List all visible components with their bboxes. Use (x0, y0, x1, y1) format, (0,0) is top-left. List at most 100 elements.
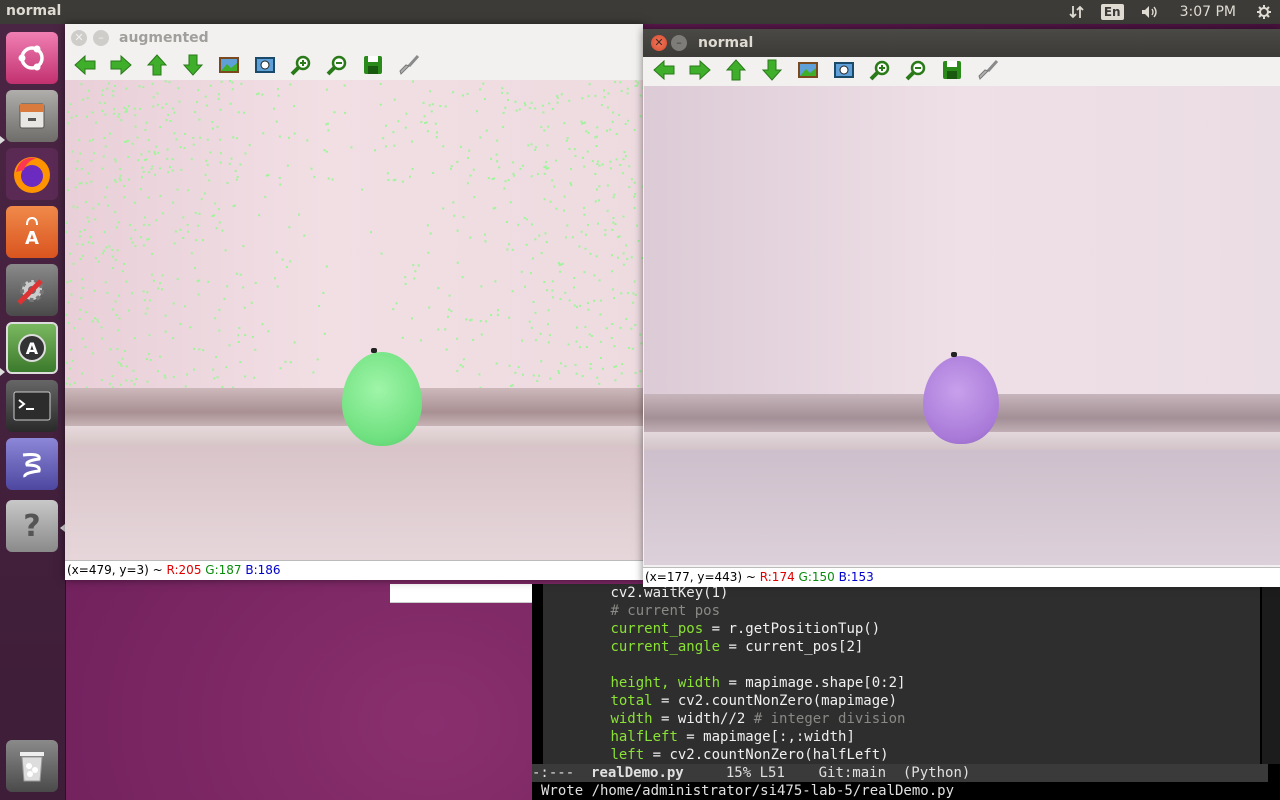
launcher-terminal[interactable] (6, 380, 58, 432)
pan-left-icon (652, 59, 676, 85)
code-line: halfLeft = mapimage[:,:width] (610, 729, 855, 745)
zoom-out-icon (905, 59, 927, 85)
keyboard-layout-label: En (1100, 4, 1124, 20)
pan-up-button[interactable] (144, 53, 170, 81)
augmented-titlebar[interactable]: ✕ – augmented (65, 24, 643, 52)
launcher-system-settings[interactable] (6, 264, 58, 316)
pan-right-button[interactable] (108, 54, 134, 79)
keyboard-layout-icon[interactable]: En (1093, 0, 1132, 24)
launcher-software-updater[interactable]: A (6, 322, 58, 374)
pan-right-icon (688, 59, 712, 85)
launcher-firefox[interactable] (6, 148, 58, 200)
emacs-modeline: -:--- realDemo.py 15% L51 Git:main (Pyth… (532, 764, 1268, 782)
zoom-fit-button[interactable] (216, 55, 242, 79)
emacs-minibuffer[interactable]: Wrote /home/administrator/si475-lab-5/re… (532, 782, 1280, 800)
pixel-red: R:205 (166, 563, 202, 577)
close-button[interactable]: ✕ (71, 30, 87, 46)
augmented-image[interactable] (65, 80, 643, 560)
launcher-trash[interactable] (6, 740, 58, 792)
properties-brush-button[interactable] (975, 59, 1001, 85)
gear-wrench-icon (6, 264, 58, 316)
save-icon (362, 54, 384, 80)
pixel-red: R:174 (759, 570, 795, 584)
firefox-icon (6, 148, 58, 200)
pixel-blue: B:153 (838, 570, 874, 584)
code-line: width = width//2 # integer division (610, 711, 906, 727)
close-button[interactable]: ✕ (651, 35, 667, 51)
network-arrows-icon[interactable] (1061, 0, 1093, 24)
properties-brush-icon (398, 54, 420, 80)
launcher-ubuntu-dash[interactable] (6, 32, 58, 84)
zoom-region-icon (254, 55, 276, 79)
svg-text:A: A (26, 339, 39, 358)
normal-titlebar[interactable]: ✕ – normal (643, 29, 1280, 57)
clock[interactable]: 3:07 PM (1168, 0, 1248, 24)
normal-window: ✕ – normal (x=177, y=443) ~ R:174 G:150 … (643, 29, 1280, 587)
pan-left-button[interactable] (651, 59, 677, 85)
code-line: left = cv2.countNonZero(halfLeft) (610, 747, 889, 763)
launcher-software-center[interactable]: A (6, 206, 58, 258)
modeline-filename: realDemo.py (591, 765, 684, 781)
background-window-strip (390, 584, 532, 603)
updater-icon: A (8, 324, 56, 372)
pixel-blue: B:186 (245, 563, 281, 577)
pan-up-icon (146, 53, 168, 81)
minimize-button[interactable]: – (671, 35, 687, 51)
balloon-highlighted (342, 352, 422, 446)
window-title: augmented (119, 30, 209, 46)
zoom-region-button[interactable] (831, 60, 857, 84)
window-title: normal (698, 35, 754, 51)
normal-statusbar: (x=177, y=443) ~ R:174 G:150 B:153 (643, 567, 1280, 587)
top-panel: normal En 3:07 PM (0, 0, 1280, 24)
minimize-button[interactable]: – (93, 30, 109, 46)
pan-down-button[interactable] (759, 59, 785, 84)
zoom-fit-button[interactable] (795, 60, 821, 84)
pan-left-icon (73, 54, 97, 80)
normal-toolbar (643, 57, 1280, 87)
pixel-green: G:187 (205, 563, 242, 577)
save-button[interactable] (360, 55, 386, 79)
shopping-bag-icon: A (6, 206, 58, 258)
zoom-out-button[interactable] (324, 55, 350, 79)
properties-brush-icon (977, 59, 999, 85)
pan-right-button[interactable] (687, 59, 713, 85)
properties-brush-button[interactable] (396, 54, 422, 80)
zoom-fit-icon (797, 60, 819, 84)
code-line: # current pos (610, 603, 721, 619)
volume-icon[interactable] (1132, 0, 1168, 24)
active-app-title: normal (6, 3, 62, 19)
augmented-window: ✕ – augmented (x=479, y=3) ~ R:205 G:187… (65, 24, 643, 580)
code-line: height, width = mapimage.shape[0:2] (610, 675, 906, 691)
zoom-in-button[interactable] (867, 60, 893, 84)
system-tray: En 3:07 PM (1061, 0, 1280, 24)
pan-left-button[interactable] (72, 54, 98, 80)
modeline-info: 15% L51 Git:main (Python) (683, 765, 971, 781)
zoom-region-button[interactable] (252, 55, 278, 79)
normal-image[interactable] (644, 86, 1280, 565)
emacs-code-buffer[interactable]: cv2.waitKey(1) # current pos current_pos… (543, 584, 1260, 764)
save-button[interactable] (939, 60, 965, 84)
augmented-toolbar (65, 52, 643, 82)
code-line: current_angle = current_pos[2] (610, 639, 864, 655)
emacs-icon (6, 438, 58, 490)
launcher-emacs[interactable] (6, 438, 58, 490)
emacs-scrollbar[interactable] (1262, 584, 1280, 764)
pan-up-icon (725, 58, 747, 86)
file-cabinet-icon (6, 90, 58, 142)
svg-text:A: A (25, 228, 39, 249)
zoom-in-icon (290, 54, 312, 80)
trash-icon (6, 740, 58, 792)
zoom-in-button[interactable] (288, 55, 314, 79)
cursor-coords: (x=177, y=443) ~ (645, 570, 760, 584)
power-gear-icon[interactable] (1248, 0, 1280, 24)
launcher-files[interactable] (6, 90, 58, 142)
zoom-out-button[interactable] (903, 60, 929, 84)
pan-down-button[interactable] (180, 54, 206, 79)
zoom-region-icon (833, 60, 855, 84)
launcher-help[interactable]: ? (6, 500, 58, 552)
code-line: current_pos = r.getPositionTup() (610, 621, 881, 637)
launcher: A A ? (0, 24, 66, 800)
zoom-fit-icon (218, 55, 240, 79)
pan-up-button[interactable] (723, 58, 749, 86)
question-icon: ? (23, 508, 41, 544)
